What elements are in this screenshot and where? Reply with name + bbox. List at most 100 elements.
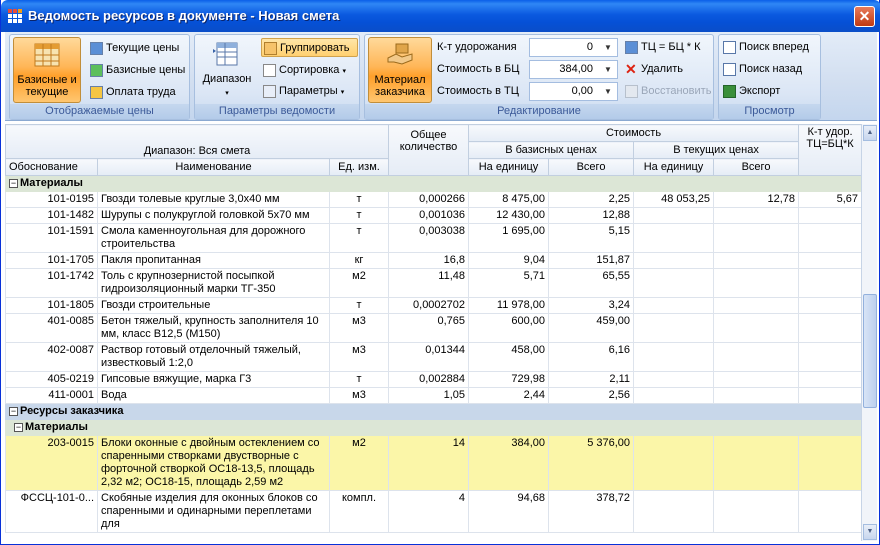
cell-bunit[interactable]: 600,00 [468,313,550,343]
base-prices-option[interactable]: Базисные цены [88,61,185,80]
cell-coef[interactable] [798,387,861,404]
cell-btotal[interactable]: 2,56 [548,387,635,404]
cell-btotal[interactable]: 378,72 [548,490,635,533]
cell-basis[interactable]: 101-1482 [5,207,98,224]
title-bar[interactable]: Ведомость ресурсов в документе - Новая с… [1,0,880,32]
cell-coef[interactable] [798,252,861,269]
cell-name[interactable]: Гвозди толевые круглые 3,0х40 мм [97,191,330,208]
cell-name[interactable]: Вода [97,387,330,404]
export-button[interactable]: Экспорт [721,82,780,101]
cell-basis[interactable]: 101-1705 [5,252,98,269]
cell-cunit[interactable] [633,297,715,314]
cell-basis[interactable]: 101-1742 [5,268,98,298]
cell-btotal[interactable]: 12,88 [548,207,635,224]
cell-bunit[interactable]: 8 475,00 [468,191,550,208]
cell-coef[interactable] [798,207,861,224]
cell-name[interactable]: Шурупы с полукруглой головкой 5х70 мм [97,207,330,224]
cell-unit[interactable]: т [328,297,390,314]
cell-ctotal[interactable] [713,387,800,404]
coef-input[interactable]: 0 ▼ [529,38,618,57]
group-row-customer-materials[interactable]: − Материалы [5,419,861,436]
cell-cunit[interactable] [633,435,715,491]
table-row[interactable]: ФССЦ-101-0... Скобяные изделия для оконны… [5,490,861,533]
current-cost-input[interactable]: 0,00 ▼ [529,82,618,101]
cell-coef[interactable] [798,313,861,343]
cell-name[interactable]: Блоки оконные с двойным остеклением со с… [97,435,330,491]
cell-bunit[interactable]: 384,00 [468,435,550,491]
labor-payment-option[interactable]: Оплата труда [88,83,176,102]
cell-basis[interactable]: 405-0219 [5,371,98,388]
cell-name[interactable]: Раствор готовый отделочный тяжелый, изве… [97,342,330,372]
table-row[interactable]: 101-1705 Пакля пропитанная кг 16,8 9,04 151,8… [5,252,861,269]
qty-header[interactable]: Общее количество [388,124,470,176]
cell-btotal[interactable]: 2,25 [548,191,635,208]
cell-coef[interactable] [798,435,861,491]
table-row[interactable]: 101-1591 Смола каменноугольная для дорожн… [5,223,861,253]
cell-bunit[interactable]: 729,98 [468,371,550,388]
current-unit-header[interactable]: На единицу [633,158,715,176]
cell-name[interactable]: Смола каменноугольная для дорожного стро… [97,223,330,253]
cell-coef[interactable] [798,371,861,388]
cell-coef[interactable] [798,268,861,298]
cell-coef[interactable] [798,490,861,533]
cell-ctotal[interactable] [713,223,800,253]
cell-coef[interactable] [798,297,861,314]
cell-basis[interactable]: ФССЦ-101-0... [5,490,98,533]
formula-button[interactable]: ТЦ = БЦ * К [623,38,701,57]
cell-qty[interactable]: 11,48 [388,268,470,298]
cell-basis[interactable]: 411-0001 [5,387,98,404]
collapse-icon[interactable]: − [14,422,23,432]
cell-bunit[interactable]: 458,00 [468,342,550,372]
chevron-down-icon[interactable]: ▼ [601,64,615,76]
cell-qty[interactable]: 0,001036 [388,207,470,224]
scroll-up-icon[interactable]: ▲ [863,125,877,141]
collapse-icon[interactable]: − [9,178,18,188]
cell-basis[interactable]: 101-0195 [5,191,98,208]
base-prices-header[interactable]: В базисных ценах [468,141,635,159]
cell-qty[interactable]: 0,002884 [388,371,470,388]
table-row[interactable]: 101-1482 Шурупы с полукруглой головкой 5х… [5,207,861,224]
cell-basis[interactable]: 101-1805 [5,297,98,314]
current-total-header[interactable]: Всего [713,158,800,176]
cell-btotal[interactable]: 151,87 [548,252,635,269]
cell-cunit[interactable] [633,387,715,404]
cell-bunit[interactable]: 11 978,00 [468,297,550,314]
cell-ctotal[interactable] [713,268,800,298]
cell-btotal[interactable]: 5 376,00 [548,435,635,491]
cell-unit[interactable]: м2 [328,268,390,298]
cell-unit[interactable]: м3 [328,387,390,404]
cell-bunit[interactable]: 2,44 [468,387,550,404]
cell-coef[interactable] [798,223,861,253]
cell-ctotal[interactable] [713,435,800,491]
group-row-customer-resources[interactable]: − Ресурсы заказчика [5,403,861,420]
cell-qty[interactable]: 14 [388,435,470,491]
cell-btotal[interactable]: 2,11 [548,371,635,388]
cell-basis[interactable]: 402-0087 [5,342,98,372]
cost-header[interactable]: Стоимость [468,124,800,142]
cell-btotal[interactable]: 459,00 [548,313,635,343]
cell-ctotal[interactable]: 12,78 [713,191,800,208]
cell-ctotal[interactable] [713,207,800,224]
scroll-thumb[interactable] [863,294,877,408]
cell-name[interactable]: Скобяные изделия для оконных блоков со с… [97,490,330,533]
table-row[interactable]: 101-1805 Гвозди строительные т 0,0002702 11 … [5,297,861,314]
cell-btotal[interactable]: 3,24 [548,297,635,314]
cell-basis[interactable]: 401-0085 [5,313,98,343]
range-header[interactable]: Диапазон: Вся смета [5,124,390,159]
cell-qty[interactable]: 0,0002702 [388,297,470,314]
cell-ctotal[interactable] [713,252,800,269]
customer-material-button[interactable]: Материал заказчика [368,37,432,103]
close-button[interactable]: ✕ [854,6,875,27]
cell-cunit[interactable] [633,313,715,343]
cell-cunit[interactable]: 48 053,25 [633,191,715,208]
table-row[interactable]: 405-0219 Гипсовые вяжущие, марка Г3 т 0,002… [5,371,861,388]
cell-coef[interactable]: 5,67 [798,191,861,208]
cell-unit[interactable]: компл. [328,490,390,533]
table-row[interactable]: 101-0195 Гвозди толевые круглые 3,0х40 мм… [5,191,861,208]
sort-button[interactable]: Сортировка ▾ [261,61,346,80]
cell-qty[interactable]: 4 [388,490,470,533]
table-row[interactable]: 203-0015 Блоки оконные с двойным остеклен… [5,435,861,491]
cell-cunit[interactable] [633,342,715,372]
cell-ctotal[interactable] [713,490,800,533]
current-prices-option[interactable]: Текущие цены [88,39,179,58]
